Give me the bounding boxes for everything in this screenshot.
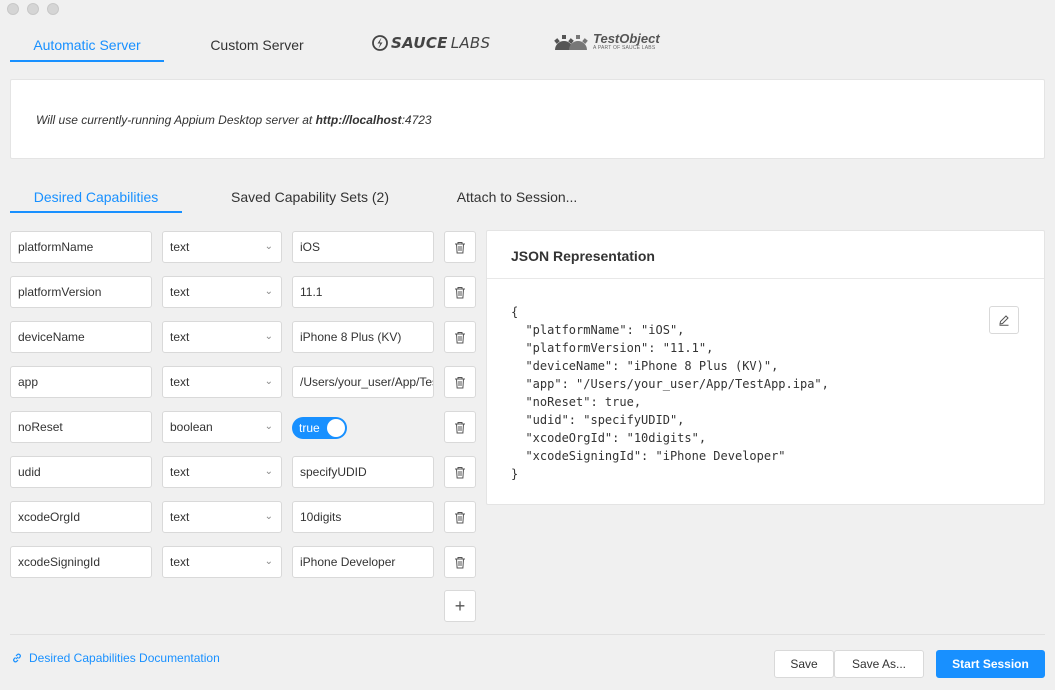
capability-type-select[interactable]: text ⌄ <box>162 366 282 398</box>
delete-capability-button[interactable] <box>444 546 476 578</box>
capability-name-input[interactable]: xcodeOrgId <box>10 501 152 533</box>
capability-value-input[interactable]: /Users/your_user/App/TestApp.ipa <box>292 366 434 398</box>
capability-type-select[interactable]: text ⌄ <box>162 501 282 533</box>
start-session-button[interactable]: Start Session <box>936 650 1045 678</box>
server-message: Will use currently-running Appium Deskto… <box>36 113 432 127</box>
footer-divider <box>10 634 1045 635</box>
tab-attach-to-session[interactable]: Attach to Session... <box>442 180 592 212</box>
minimize-window-dot[interactable] <box>27 3 39 15</box>
capability-name-input[interactable]: xcodeSigningId <box>10 546 152 578</box>
capability-name-input[interactable]: deviceName <box>10 321 152 353</box>
trash-icon <box>455 466 465 478</box>
trash-icon <box>455 421 465 433</box>
trash-icon <box>455 286 465 298</box>
save-as-button[interactable]: Save As... <box>834 650 924 678</box>
chevron-down-icon: ⌄ <box>264 286 273 297</box>
capability-type-value: text <box>170 330 190 344</box>
capability-value-input[interactable]: iOS <box>292 231 434 263</box>
chevron-down-icon: ⌄ <box>264 466 273 477</box>
chevron-down-icon: ⌄ <box>264 556 273 567</box>
capability-type-value: text <box>170 465 190 479</box>
capability-type-value: boolean <box>170 420 213 434</box>
window-controls <box>7 3 59 15</box>
trash-icon <box>455 241 465 253</box>
saucelabs-word-sauce: SAUCE <box>391 34 448 52</box>
capability-value-input[interactable]: iPhone Developer <box>292 546 434 578</box>
capability-name-input[interactable]: app <box>10 366 152 398</box>
tab-saved-capability-sets[interactable]: Saved Capability Sets (2) <box>215 180 405 212</box>
capability-type-value: text <box>170 510 190 524</box>
server-url-port: :4723 <box>401 113 432 127</box>
server-info-panel: Will use currently-running Appium Deskto… <box>10 79 1045 159</box>
capability-type-value: text <box>170 285 190 299</box>
tab-testobject[interactable]: TestObject A PART OF SAUCE LABS <box>553 32 660 51</box>
chevron-down-icon: ⌄ <box>264 241 273 252</box>
desired-capabilities-doc-link[interactable]: Desired Capabilities Documentation <box>11 651 220 665</box>
json-representation-panel: JSON Representation { "platformName": "i… <box>486 230 1045 505</box>
trash-icon <box>455 376 465 388</box>
toggle-knob <box>327 419 345 437</box>
capability-value-input[interactable]: specifyUDID <box>292 456 434 488</box>
tab-automatic-server[interactable]: Automatic Server <box>10 24 164 62</box>
capability-value-input[interactable]: iPhone 8 Plus (KV) <box>292 321 434 353</box>
server-url-host: http://localhost <box>315 113 402 127</box>
server-tabs: Automatic Server Custom Server SAUCE LABS… <box>10 24 680 62</box>
trash-icon <box>455 511 465 523</box>
server-message-text: Will use currently-running Appium Deskto… <box>36 113 316 127</box>
chevron-down-icon: ⌄ <box>264 421 273 432</box>
capability-tabs: Desired Capabilities Saved Capability Se… <box>10 180 1045 213</box>
capability-name-input[interactable]: platformName <box>10 231 152 263</box>
capability-type-select[interactable]: text ⌄ <box>162 321 282 353</box>
tab-desired-capabilities[interactable]: Desired Capabilities <box>10 180 182 213</box>
pencil-icon <box>999 315 1009 326</box>
capability-name-input[interactable]: noReset <box>10 411 152 443</box>
trash-icon <box>455 556 465 568</box>
json-content: { "platformName": "iOS", "platformVersio… <box>511 305 829 481</box>
capability-boolean-toggle[interactable]: true <box>292 417 347 439</box>
doc-link-label: Desired Capabilities Documentation <box>29 651 220 665</box>
testobject-gear-icon <box>554 34 588 50</box>
edit-json-button[interactable] <box>989 306 1019 334</box>
delete-capability-button[interactable] <box>444 231 476 263</box>
plus-icon: + <box>454 595 466 616</box>
testobject-name: TestObject <box>593 31 660 46</box>
capability-type-value: text <box>170 555 190 569</box>
tab-saucelabs[interactable]: SAUCE LABS <box>372 34 490 52</box>
capability-type-select[interactable]: text ⌄ <box>162 546 282 578</box>
chevron-down-icon: ⌄ <box>264 331 273 342</box>
delete-capability-button[interactable] <box>444 456 476 488</box>
chevron-down-icon: ⌄ <box>264 376 273 387</box>
delete-capability-button[interactable] <box>444 321 476 353</box>
close-window-dot[interactable] <box>7 3 19 15</box>
link-icon <box>13 653 21 663</box>
delete-capability-button[interactable] <box>444 411 476 443</box>
capability-type-select[interactable]: boolean ⌄ <box>162 411 282 443</box>
delete-capability-button[interactable] <box>444 501 476 533</box>
capability-type-select[interactable]: text ⌄ <box>162 276 282 308</box>
capability-name-input[interactable]: platformVersion <box>10 276 152 308</box>
saucelabs-logo-icon <box>372 35 388 51</box>
capability-value-input[interactable]: 10digits <box>292 501 434 533</box>
chevron-down-icon: ⌄ <box>264 511 273 522</box>
capability-value-input[interactable]: 11.1 <box>292 276 434 308</box>
toggle-label: true <box>299 421 320 435</box>
tab-custom-server[interactable]: Custom Server <box>192 24 322 61</box>
trash-icon <box>455 331 465 343</box>
save-button[interactable]: Save <box>774 650 834 678</box>
testobject-subtitle: A PART OF SAUCE LABS <box>593 45 656 51</box>
delete-capability-button[interactable] <box>444 366 476 398</box>
json-panel-title: JSON Representation <box>487 231 1044 279</box>
capability-type-value: text <box>170 375 190 389</box>
capability-name-input[interactable]: udid <box>10 456 152 488</box>
add-capability-button[interactable]: + <box>444 590 476 622</box>
delete-capability-button[interactable] <box>444 276 476 308</box>
zoom-window-dot[interactable] <box>47 3 59 15</box>
capability-type-value: text <box>170 240 190 254</box>
capability-type-select[interactable]: text ⌄ <box>162 231 282 263</box>
capability-type-select[interactable]: text ⌄ <box>162 456 282 488</box>
saucelabs-word-labs: LABS <box>450 34 491 52</box>
